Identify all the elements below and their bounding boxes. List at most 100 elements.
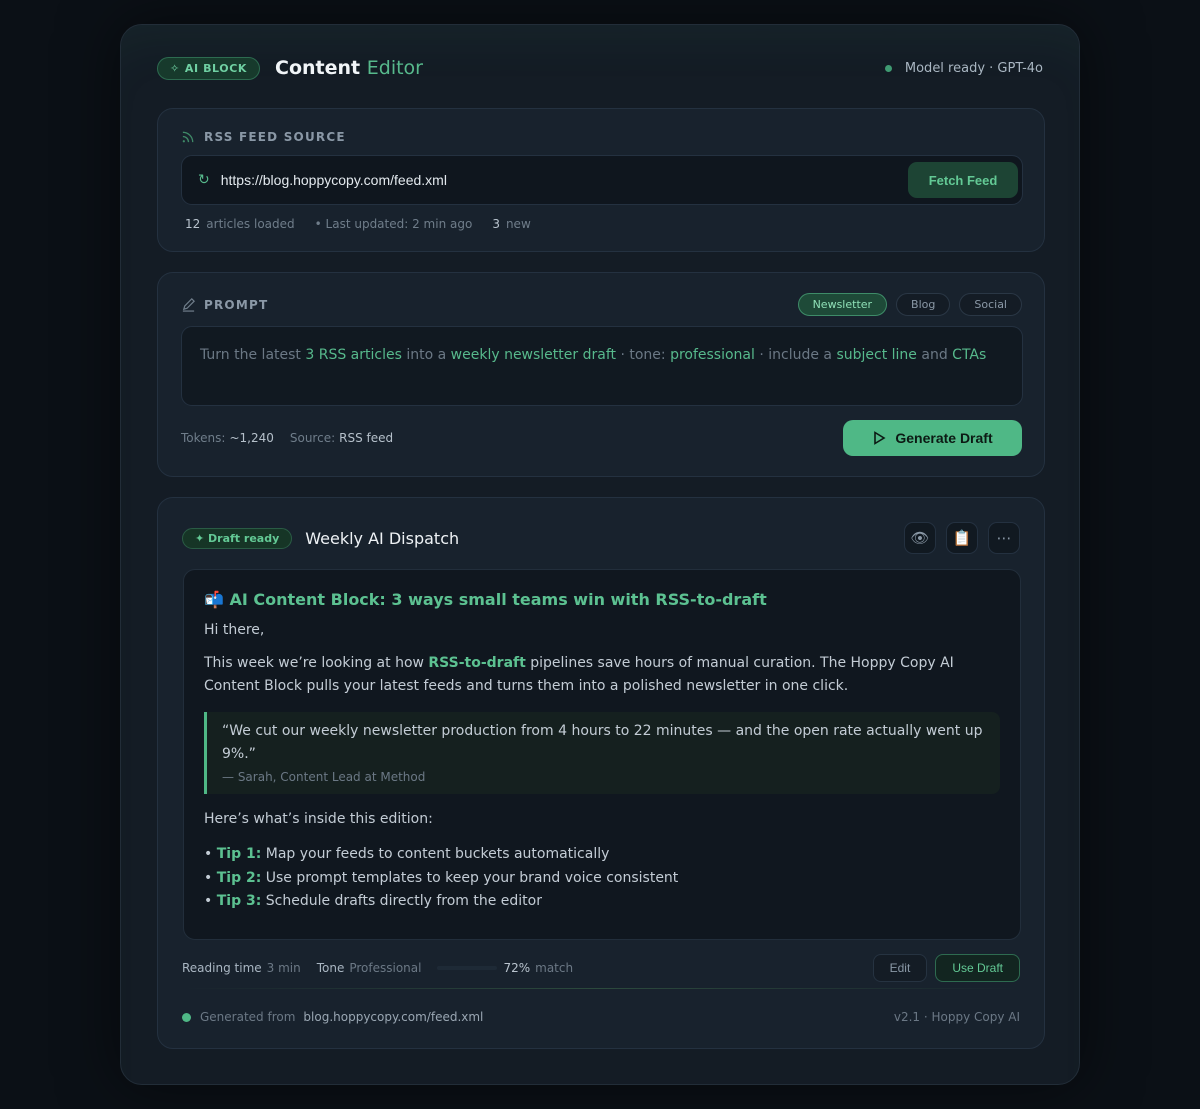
feed-url-input[interactable]: https://blog.hoppycopy.com/feed.xml: [221, 172, 447, 188]
prompt-highlight: CTAs: [952, 347, 987, 363]
rss-icon: [182, 131, 194, 143]
use-draft-button[interactable]: Use Draft: [935, 954, 1020, 982]
rss-feed-card: RSS FEED SOURCE ↻ https://blog.hoppycopy…: [157, 108, 1045, 252]
page-title-main: Content: [275, 57, 361, 79]
generated-source-url[interactable]: blog.hoppycopy.com/feed.xml: [303, 1010, 483, 1024]
tip-label: Tip 2:: [216, 869, 262, 886]
generate-draft-label: Generate Draft: [895, 430, 993, 446]
clipboard-icon[interactable]: 📋: [946, 522, 978, 554]
refresh-icon[interactable]: ↻: [198, 172, 210, 188]
draft-header: ✦ Draft ready Weekly AI Dispatch 👁 📋 ⋯: [182, 522, 1020, 554]
draft-ready-badge: ✦ Draft ready: [182, 527, 293, 549]
tone-value: Professional: [349, 961, 422, 975]
generate-draft-button[interactable]: Generate Draft: [843, 420, 1022, 456]
reading-time-label: Reading time: [182, 961, 262, 975]
status-dot-icon: [182, 1012, 191, 1022]
play-icon: [874, 431, 886, 445]
feed-meta: 12 articles loaded • Last updated: 2 min…: [185, 217, 531, 231]
draft-greeting: Hi there,: [204, 622, 265, 638]
prompt-highlight: 3 RSS articles: [305, 347, 402, 363]
prompt-source: Source: RSS feed: [290, 431, 393, 445]
prompt-section-title: PROMPT: [204, 297, 269, 312]
feed-url-field[interactable]: ↻ https://blog.hoppycopy.com/feed.xml Fe…: [181, 155, 1023, 205]
content-editor-panel: ✧ AI BLOCK Content Editor Model ready · …: [120, 24, 1080, 1085]
testimonial-quote: “We cut our weekly newsletter production…: [204, 712, 1000, 794]
prompt-card: PROMPT Newsletter Blog Social Turn the l…: [157, 272, 1045, 477]
new-count: 3: [492, 217, 500, 231]
token-count: Tokens: ~1,240: [181, 431, 274, 445]
prompt-text-part: and: [916, 347, 953, 363]
more-icon[interactable]: ⋯: [988, 522, 1020, 554]
last-updated: • Last updated: 2 min ago: [314, 217, 473, 231]
prompt-section-label: PROMPT: [181, 297, 268, 312]
ai-block-badge: ✧ AI BLOCK: [157, 56, 261, 80]
status-dot-icon: [884, 64, 892, 72]
draft-document: 📬 AI Content Block: 3 ways small teams w…: [183, 569, 1021, 940]
edition-intro: Here’s what’s inside this edition:: [204, 811, 433, 827]
tips-list: • Tip 1: Map your feeds to content bucke…: [204, 843, 1000, 914]
match-percent: 72%: [503, 961, 531, 975]
source-value: RSS feed: [339, 431, 394, 445]
draft-stats: Reading time 3 min Tone Professional 72%…: [182, 954, 1020, 982]
draft-title: Weekly AI Dispatch: [305, 528, 460, 548]
match-progress-fill: [437, 966, 481, 970]
generated-label: Generated from: [200, 1010, 296, 1024]
draft-body: This week we’re looking at how RSS-to-dr…: [204, 652, 1000, 698]
articles-count-label: articles loaded: [206, 217, 295, 231]
model-status: Model ready · GPT-4o: [884, 60, 1043, 76]
eye-icon[interactable]: 👁: [904, 522, 936, 554]
match-label: match: [535, 961, 574, 975]
source-label: Source:: [289, 431, 336, 445]
list-item: • Tip 3: Schedule drafts directly from t…: [204, 893, 542, 909]
header: ✧ AI BLOCK Content Editor Model ready · …: [157, 56, 1043, 80]
new-count-label: new: [505, 217, 531, 231]
version-label: v2.1 · Hoppy Copy AI: [893, 1010, 1020, 1024]
generated-source: Generated from blog.hoppycopy.com/feed.x…: [182, 1010, 1020, 1024]
prompt-highlight: professional: [670, 347, 755, 363]
prompt-textarea[interactable]: Turn the latest 3 RSS articles into a we…: [181, 326, 1023, 406]
prompt-text-part: into a: [401, 347, 451, 363]
divider: [182, 988, 1020, 989]
draft-body-bold: RSS-to-draft: [428, 655, 526, 671]
pencil-icon: [182, 298, 195, 312]
tip-label: Tip 1:: [216, 846, 262, 862]
tip-text: Use prompt templates to keep your brand …: [261, 869, 679, 886]
reading-time-value: 3 min: [266, 961, 301, 975]
list-item: • Tip 1: Map your feeds to content bucke…: [204, 846, 610, 862]
fetch-feed-button[interactable]: Fetch Feed: [908, 162, 1018, 198]
draft-body-pre: This week we’re looking at how: [204, 655, 429, 671]
chip-social[interactable]: Social: [959, 293, 1022, 316]
page-title-accent: Editor: [366, 57, 423, 79]
edit-button[interactable]: Edit: [872, 954, 928, 982]
articles-count: 12: [185, 217, 201, 231]
tokens-label: Tokens:: [181, 431, 226, 445]
prompt-highlight: subject line: [836, 347, 917, 363]
format-chips: Newsletter Blog Social: [797, 293, 1022, 316]
list-item: • Tip 2: Use prompt templates to keep yo…: [204, 869, 679, 886]
rss-section-label: RSS FEED SOURCE: [181, 129, 346, 144]
prompt-text-part: Turn the latest: [200, 347, 306, 363]
draft-buttons: Edit Use Draft: [872, 954, 1020, 982]
quote-author: — Sarah, Content Lead at Method: [222, 770, 426, 784]
tokens-value: ~1,240: [229, 431, 274, 445]
draft-card: ✦ Draft ready Weekly AI Dispatch 👁 📋 ⋯ 📬…: [157, 497, 1045, 1049]
draft-actions: 👁 📋 ⋯: [904, 522, 1020, 554]
sparkle-icon: ✧: [170, 61, 180, 75]
model-status-text: Model ready · GPT-4o: [904, 60, 1043, 76]
chip-newsletter[interactable]: Newsletter: [797, 293, 888, 316]
prompt-meta: Tokens: ~1,240 Source: RSS feed: [181, 431, 409, 445]
prompt-text-part: · tone:: [616, 347, 671, 363]
quote-text: “We cut our weekly newsletter production…: [222, 723, 983, 762]
tip-text: Schedule drafts directly from the editor: [261, 893, 542, 909]
draft-heading: 📬 AI Content Block: 3 ways small teams w…: [204, 590, 767, 609]
tip-label: Tip 3:: [216, 893, 262, 909]
tone-label: Tone: [316, 961, 345, 975]
tip-text: Map your feeds to content buckets automa…: [261, 846, 610, 862]
ai-block-badge-label: AI BLOCK: [184, 61, 248, 75]
page-title: Content Editor: [275, 57, 423, 79]
rss-section-title: RSS FEED SOURCE: [204, 129, 346, 144]
chip-blog[interactable]: Blog: [896, 293, 951, 316]
match-progress-bar: [437, 966, 498, 970]
prompt-text-part: · include a: [754, 347, 837, 363]
prompt-highlight: weekly newsletter draft: [450, 347, 616, 363]
